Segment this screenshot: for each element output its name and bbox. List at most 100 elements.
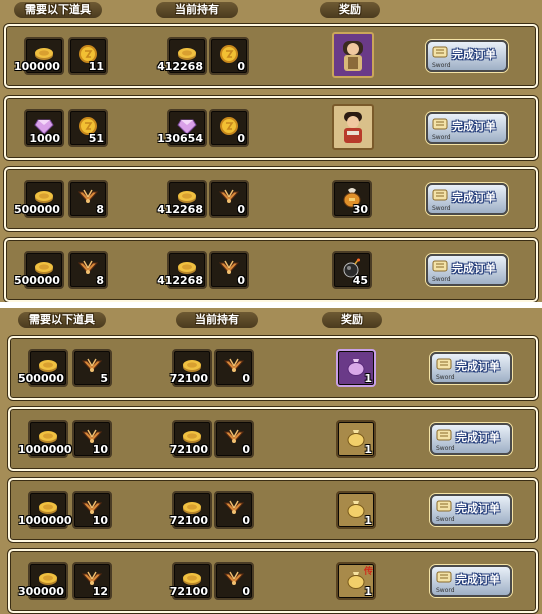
- header-required-items: 需要以下道具: [18, 312, 106, 328]
- header-reward: 奖励: [322, 312, 382, 328]
- required-item-count: 12: [92, 585, 108, 598]
- current-item-count: 72100: [169, 585, 208, 598]
- reward-count: 1: [364, 514, 372, 527]
- scroll-icon: [436, 571, 452, 583]
- current-item-count: 412268: [157, 274, 203, 287]
- required-item-slot[interactable]: 1000000: [18, 420, 72, 458]
- button-sub-label: Sword: [432, 276, 451, 283]
- warrior-portrait-icon: [338, 109, 368, 145]
- complete-order-button[interactable]: 完成订单 Sword: [430, 423, 512, 455]
- current-item-slot[interactable]: 72100: [169, 349, 212, 387]
- required-item-slot[interactable]: 500000: [18, 349, 68, 387]
- complete-order-label: 完成订单: [456, 431, 500, 444]
- current-item-slot[interactable]: 0: [214, 349, 254, 387]
- current-item-count: 412268: [157, 203, 203, 216]
- current-item-count: 0: [237, 132, 245, 145]
- current-item-slot[interactable]: 0: [209, 109, 249, 147]
- reward-count: 30: [352, 203, 368, 216]
- reward-count: 1: [364, 372, 372, 385]
- complete-order-button[interactable]: 完成订单 Sword: [426, 183, 508, 215]
- button-sub-label: Sword: [436, 516, 455, 523]
- current-item-count: 0: [237, 60, 245, 73]
- required-item-count: 500000: [14, 203, 60, 216]
- required-item-slot[interactable]: 11: [68, 37, 108, 75]
- complete-order-button[interactable]: 完成订单 Sword: [426, 254, 508, 286]
- complete-order-button[interactable]: 完成订单 Sword: [430, 565, 512, 597]
- required-item-slot[interactable]: 500000: [14, 251, 64, 289]
- current-item-slot[interactable]: 412268: [157, 180, 207, 218]
- reward-slot[interactable]: 传 1: [336, 562, 376, 600]
- complete-order-label: 完成订单: [452, 191, 496, 204]
- required-item-slot[interactable]: 5: [72, 349, 112, 387]
- current-item-slot[interactable]: 0: [214, 491, 254, 529]
- required-item-slot[interactable]: 8: [68, 180, 108, 218]
- header-required-items: 需要以下道具: [14, 2, 102, 18]
- legend-tag: 传: [363, 567, 373, 577]
- current-item-slot[interactable]: 72100: [169, 491, 212, 529]
- reward-slot[interactable]: [332, 32, 374, 78]
- reward-slot[interactable]: 1: [336, 349, 376, 387]
- current-item-slot[interactable]: 412268: [157, 37, 207, 75]
- reward-count: 1: [364, 585, 372, 598]
- order-row: 1000 51 130654 0 完成订单 Sword: [4, 96, 538, 160]
- required-item-slot[interactable]: 100000: [14, 37, 64, 75]
- button-sub-label: Sword: [432, 62, 451, 69]
- current-item-count: 72100: [169, 372, 208, 385]
- current-item-slot[interactable]: 0: [209, 37, 249, 75]
- current-item-slot[interactable]: 0: [214, 562, 254, 600]
- required-item-count: 1000000: [18, 443, 72, 456]
- required-item-slot[interactable]: 10: [72, 420, 112, 458]
- required-item-slot[interactable]: 1000000: [18, 491, 72, 529]
- required-item-slot[interactable]: 8: [68, 251, 108, 289]
- scroll-icon: [432, 260, 448, 272]
- required-item-count: 5: [100, 372, 108, 385]
- complete-order-button[interactable]: 完成订单 Sword: [430, 494, 512, 526]
- order-row: 1000000 10 72100 0 1 完成订单 Sword: [8, 478, 538, 542]
- required-item-slot[interactable]: 500000: [14, 180, 64, 218]
- scroll-icon: [436, 358, 452, 370]
- reward-slot[interactable]: 30: [332, 180, 372, 218]
- current-item-count: 0: [237, 274, 245, 287]
- current-item-slot[interactable]: 0: [209, 180, 249, 218]
- required-item-count: 300000: [18, 585, 64, 598]
- current-item-count: 0: [242, 514, 250, 527]
- reward-slot[interactable]: 1: [336, 420, 376, 458]
- hero-portrait-icon: [338, 37, 368, 73]
- current-item-count: 0: [242, 372, 250, 385]
- order-panel-top: 需要以下道具 当前持有 奖励 100000 11 412268 0 完成订单 S: [0, 0, 542, 302]
- header-current-holdings: 当前持有: [176, 312, 258, 328]
- reward-slot[interactable]: [332, 104, 374, 150]
- current-item-slot[interactable]: 0: [209, 251, 249, 289]
- current-item-count: 72100: [169, 443, 208, 456]
- required-item-count: 10: [92, 443, 108, 456]
- current-item-count: 130654: [157, 132, 203, 145]
- complete-order-button[interactable]: 完成订单 Sword: [426, 112, 508, 144]
- current-item-count: 0: [237, 203, 245, 216]
- current-item-slot[interactable]: 72100: [169, 420, 212, 458]
- current-item-slot[interactable]: 0: [214, 420, 254, 458]
- required-item-slot[interactable]: 12: [72, 562, 112, 600]
- complete-order-button[interactable]: 完成订单 Sword: [430, 352, 512, 384]
- order-row: 100000 11 412268 0 完成订单 Sword: [4, 24, 538, 88]
- order-panel-bottom: 需要以下道具 当前持有 奖励 500000 5 72100 0 1 完成订单 S…: [0, 308, 542, 614]
- current-item-count: 72100: [169, 514, 208, 527]
- header-current-holdings: 当前持有: [156, 2, 238, 18]
- required-item-slot[interactable]: 1000: [24, 109, 64, 147]
- required-item-count: 10: [92, 514, 108, 527]
- required-item-slot[interactable]: 10: [72, 491, 112, 529]
- current-item-slot[interactable]: 72100: [169, 562, 212, 600]
- scroll-icon: [432, 46, 448, 58]
- complete-order-button[interactable]: 完成订单 Sword: [426, 40, 508, 72]
- current-item-slot[interactable]: 412268: [157, 251, 207, 289]
- order-row: 500000 8 412268 0 45 完成订单 Sword: [4, 238, 538, 302]
- required-item-count: 500000: [14, 274, 60, 287]
- reward-slot[interactable]: 45: [332, 251, 372, 289]
- required-item-count: 8: [96, 203, 104, 216]
- required-item-slot[interactable]: 51: [68, 109, 108, 147]
- required-item-slot[interactable]: 300000: [18, 562, 68, 600]
- current-item-count: 0: [242, 443, 250, 456]
- current-item-count: 412268: [157, 60, 203, 73]
- reward-slot[interactable]: 1: [336, 491, 376, 529]
- complete-order-label: 完成订单: [452, 262, 496, 275]
- current-item-slot[interactable]: 130654: [157, 109, 207, 147]
